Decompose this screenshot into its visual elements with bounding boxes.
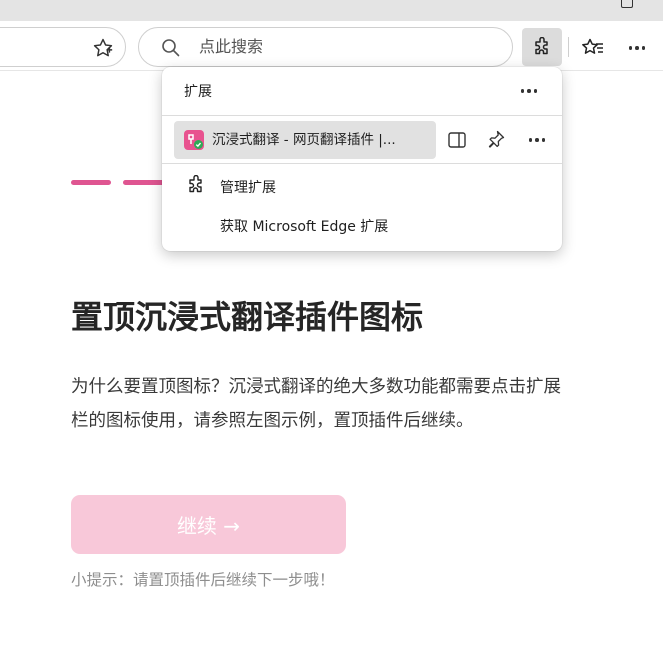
title-bar <box>0 0 663 21</box>
restore-window-icon[interactable] <box>621 0 633 8</box>
extension-more-button[interactable] <box>522 126 552 154</box>
popup-separator <box>162 115 562 116</box>
extensions-button[interactable] <box>522 28 562 66</box>
favorites-icon[interactable] <box>578 33 608 63</box>
browser-more-button[interactable] <box>622 33 652 63</box>
more-icon <box>522 126 552 154</box>
immersive-translate-logo-icon <box>184 130 204 150</box>
search-box[interactable]: 点此搜索 <box>138 27 513 67</box>
page-description: 为什么要置顶图标？沉浸式翻译的绝大多数功能都需要点击扩展栏的图标使用，请参照左图… <box>71 377 561 431</box>
star-icon[interactable] <box>92 37 114 59</box>
continue-button[interactable]: 继续 → <box>71 495 346 554</box>
popup-separator <box>162 163 562 164</box>
progress-dash-1 <box>71 180 111 185</box>
page-heading: 置顶沉浸式翻译插件图标 <box>71 298 424 336</box>
popup-title: 扩展 <box>184 84 212 100</box>
browser-toolbar: 点此搜索 <box>0 21 663 71</box>
search-icon <box>162 39 180 57</box>
extensions-popup: 扩展 沉浸式翻译 - 网页翻译插件 |... 管理扩展 获取 Microsoft… <box>162 67 562 251</box>
extensions-puzzle-icon <box>535 37 548 55</box>
search-placeholder: 点此搜索 <box>199 37 264 56</box>
manage-extensions-icon <box>189 175 202 193</box>
pin-icon[interactable] <box>486 129 506 149</box>
sidebar-icon[interactable] <box>448 132 466 148</box>
get-extensions-link[interactable]: 获取 Microsoft Edge 扩展 <box>220 216 388 236</box>
toolbar-divider <box>568 37 569 57</box>
manage-extensions-link[interactable]: 管理扩展 <box>220 177 276 197</box>
extension-item[interactable]: 沉浸式翻译 - 网页翻译插件 |... <box>174 121 436 159</box>
more-icon <box>622 33 652 63</box>
more-icon <box>514 77 544 105</box>
extension-name: 沉浸式翻译 - 网页翻译插件 |... <box>212 132 396 148</box>
popup-more-button[interactable] <box>514 77 544 105</box>
hint-text: 小提示：请置顶插件后继续下一步哦！ <box>71 571 335 589</box>
